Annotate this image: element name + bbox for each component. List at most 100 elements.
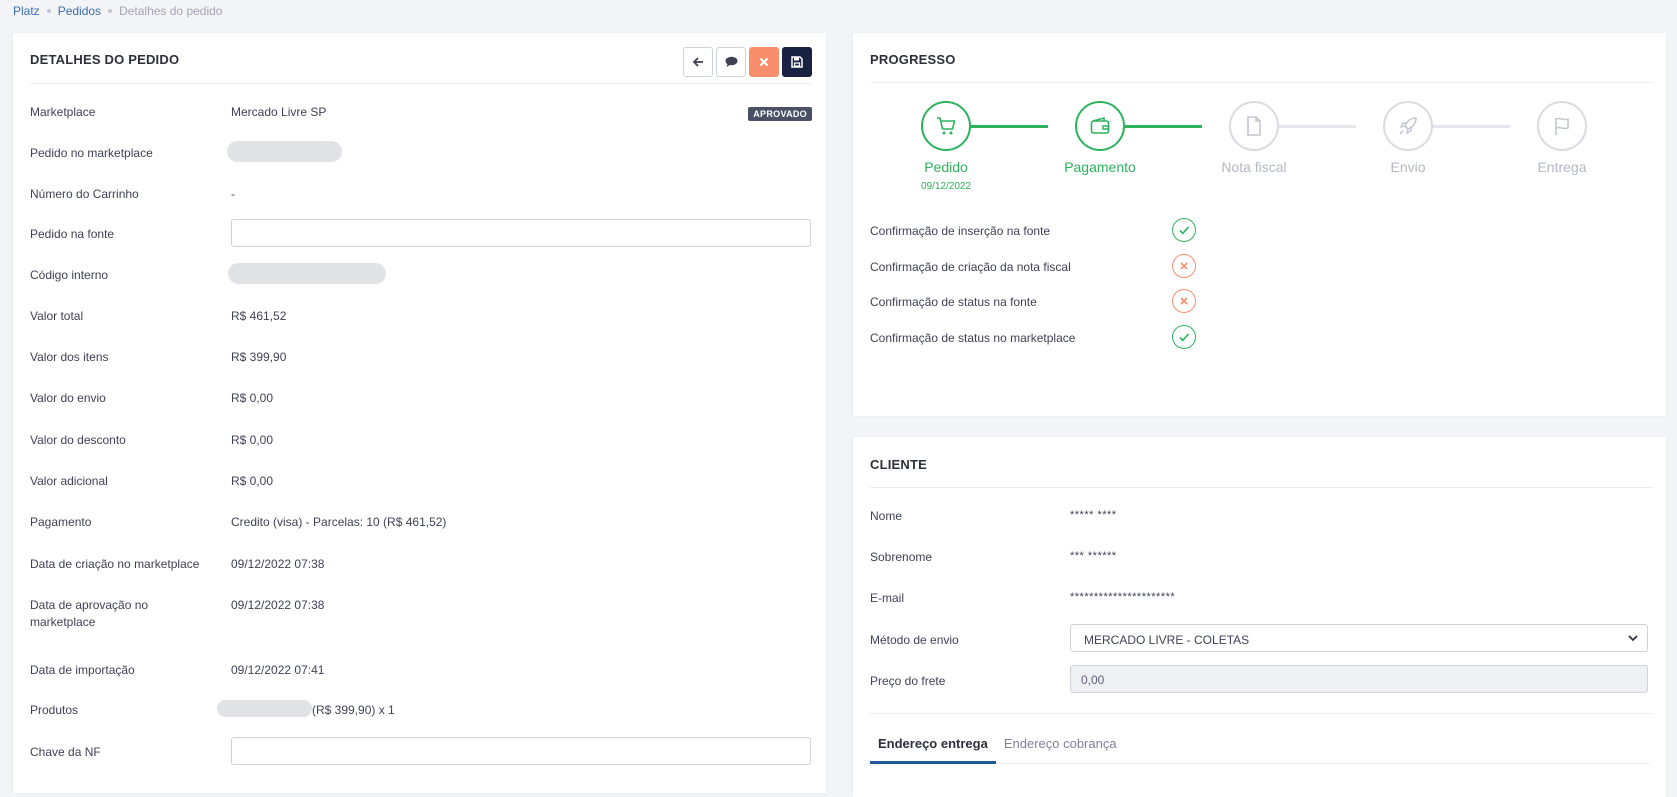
field-value: - bbox=[231, 187, 235, 201]
rocket-icon bbox=[1399, 117, 1417, 135]
back-arrow-icon bbox=[692, 57, 703, 67]
field-value: ********************** bbox=[1070, 591, 1176, 603]
client-card: CLIENTE Nome ***** **** Sobrenome *** **… bbox=[853, 437, 1666, 797]
field-label: Marketplace bbox=[30, 105, 96, 119]
step-circle bbox=[1537, 101, 1587, 151]
document-icon bbox=[1247, 116, 1261, 136]
status-badge: APROVADO bbox=[748, 107, 812, 121]
step-date: 09/12/2022 bbox=[920, 181, 972, 192]
check-label: Confirmação de status no marketplace bbox=[870, 331, 1076, 345]
check-label: Confirmação de inserção na fonte bbox=[870, 224, 1051, 238]
breadcrumb: Platz Pedidos Detalhes do pedido bbox=[13, 4, 222, 18]
field-value: *** ****** bbox=[1070, 550, 1117, 562]
save-button[interactable] bbox=[782, 47, 812, 77]
field-value: 09/12/2022 07:38 bbox=[231, 557, 325, 571]
breadcrumb-link-platz[interactable]: Platz bbox=[13, 4, 40, 18]
progress-card: PROGRESSO Pedido 09/12/2022 Pagamento No… bbox=[853, 33, 1666, 416]
field-label: Número do Carrinho bbox=[30, 187, 139, 201]
field-value: Credito (visa) - Parcelas: 10 (R$ 461,52… bbox=[231, 515, 447, 529]
check-row-insercao-fonte: Confirmação de inserção na fonte bbox=[870, 218, 1196, 242]
field-value: (R$ 399,90) x 1 bbox=[312, 703, 395, 717]
step-circle bbox=[1383, 101, 1433, 151]
tab-endereco-cobranca[interactable]: Endereço cobrança bbox=[996, 734, 1125, 764]
progress-title: PROGRESSO bbox=[870, 52, 956, 67]
field-label: Valor do desconto bbox=[30, 433, 126, 447]
field-label: Valor total bbox=[30, 309, 84, 323]
field-value: 09/12/2022 07:38 bbox=[231, 598, 325, 612]
save-icon bbox=[791, 56, 803, 68]
check-row-status-fonte: Confirmação de status na fonte bbox=[870, 289, 1196, 313]
chave-nf-input[interactable] bbox=[231, 737, 811, 765]
field-label: Chave da NF bbox=[30, 745, 101, 759]
field-label: Método de envio bbox=[870, 633, 959, 647]
field-label: E-mail bbox=[870, 591, 905, 605]
divider bbox=[870, 82, 1653, 83]
order-details-card: DETALHES DO PEDIDO APROVADO Marketplace … bbox=[13, 33, 826, 793]
field-value: R$ 0,00 bbox=[231, 433, 274, 447]
flag-icon bbox=[1555, 117, 1569, 135]
address-tabs: Endereço entrega Endereço cobrança bbox=[870, 734, 1650, 764]
field-label: Produtos bbox=[30, 703, 79, 717]
field-value: ***** **** bbox=[1070, 509, 1117, 521]
failure-x-icon bbox=[1172, 289, 1196, 313]
field-label: Data de importação bbox=[30, 663, 135, 677]
close-icon bbox=[759, 57, 769, 67]
order-toolbar bbox=[683, 47, 812, 77]
success-check-icon bbox=[1172, 325, 1196, 349]
field-label: Data de criação no marketplace bbox=[30, 557, 200, 571]
field-value: 09/12/2022 07:41 bbox=[231, 663, 325, 677]
freight-price-field: 0,00 bbox=[1070, 665, 1648, 693]
failure-x-icon bbox=[1172, 254, 1196, 278]
redacted-product-name bbox=[217, 700, 312, 717]
step-circle bbox=[1075, 101, 1125, 151]
field-label: Valor adicional bbox=[30, 474, 108, 488]
cart-icon bbox=[937, 117, 956, 135]
breadcrumb-link-pedidos[interactable]: Pedidos bbox=[58, 4, 101, 18]
breadcrumb-separator bbox=[46, 9, 51, 13]
redacted-value bbox=[227, 141, 342, 162]
comment-icon bbox=[725, 56, 737, 67]
tab-endereco-entrega[interactable]: Endereço entrega bbox=[870, 734, 996, 764]
field-label: Valor do envio bbox=[30, 391, 106, 405]
step-label: Pedido bbox=[924, 159, 968, 175]
wallet-icon bbox=[1090, 116, 1110, 134]
chevron-down-icon bbox=[1628, 635, 1638, 642]
divider bbox=[870, 487, 1653, 488]
step-label: Pagamento bbox=[1064, 159, 1136, 175]
field-label: Pedido no marketplace bbox=[30, 146, 153, 160]
field-value: Mercado Livre SP bbox=[231, 105, 327, 119]
breadcrumb-current: Detalhes do pedido bbox=[119, 4, 223, 18]
field-label: Código interno bbox=[30, 268, 109, 282]
field-label: Pagamento bbox=[30, 515, 92, 529]
divider bbox=[30, 83, 812, 84]
field-value: R$ 0,00 bbox=[231, 391, 274, 405]
back-button[interactable] bbox=[683, 47, 713, 77]
check-label: Confirmação de criação da nota fiscal bbox=[870, 260, 1071, 274]
success-check-icon bbox=[1172, 218, 1196, 242]
redacted-value bbox=[228, 263, 386, 284]
field-label: Nome bbox=[870, 509, 903, 523]
step-label: Envio bbox=[1390, 159, 1426, 175]
field-value: R$ 461,52 bbox=[231, 309, 287, 323]
check-label: Confirmação de status na fonte bbox=[870, 295, 1037, 309]
step-circle bbox=[921, 101, 971, 151]
breadcrumb-separator bbox=[108, 9, 113, 13]
field-label: Pedido na fonte bbox=[30, 227, 115, 241]
check-row-status-marketplace: Confirmação de status no marketplace bbox=[870, 325, 1196, 349]
client-title: CLIENTE bbox=[870, 457, 928, 472]
step-label: Entrega bbox=[1537, 159, 1587, 175]
step-circle bbox=[1229, 101, 1279, 151]
field-value: R$ 0,00 bbox=[231, 474, 274, 488]
field-value: R$ 399,90 bbox=[231, 350, 287, 364]
cancel-button[interactable] bbox=[749, 47, 779, 77]
field-label: Valor dos itens bbox=[30, 350, 109, 364]
step-label: Nota fiscal bbox=[1221, 159, 1287, 175]
comment-button[interactable] bbox=[716, 47, 746, 77]
shipping-method-select[interactable]: MERCADO LIVRE - COLETAS bbox=[1070, 624, 1648, 652]
pedido-fonte-input[interactable] bbox=[231, 219, 811, 247]
check-row-nota-fiscal: Confirmação de criação da nota fiscal bbox=[870, 254, 1196, 278]
field-label: Preço do frete bbox=[870, 674, 946, 688]
field-label: Sobrenome bbox=[870, 550, 933, 564]
order-details-title: DETALHES DO PEDIDO bbox=[30, 52, 180, 67]
select-value: MERCADO LIVRE - COLETAS bbox=[1084, 633, 1250, 647]
